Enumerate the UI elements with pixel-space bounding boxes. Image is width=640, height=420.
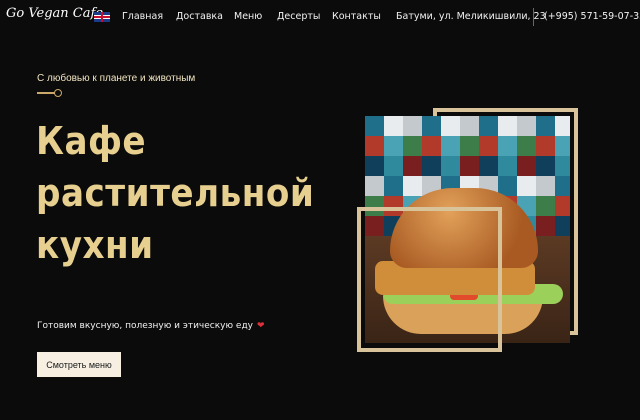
nav-link-contacts[interactable]: Контакты — [332, 11, 381, 22]
decorative-frame-front — [357, 207, 502, 352]
logo[interactable]: Go Vegan Cafe — [6, 6, 103, 21]
uk-flag-icon[interactable] — [94, 12, 110, 22]
wall-tile — [384, 116, 404, 136]
address-link[interactable]: Батуми, ул. Меликишвили, 23 — [396, 11, 546, 22]
wall-tile — [365, 176, 385, 196]
wall-tile — [517, 176, 537, 196]
nav-link-menu[interactable]: Меню — [234, 11, 262, 22]
wall-tile — [403, 116, 423, 136]
wall-tile — [517, 156, 537, 176]
wall-tile — [422, 156, 442, 176]
hero-title-line-2: растительной — [36, 171, 315, 215]
wall-tile — [536, 156, 556, 176]
wall-tile — [384, 136, 404, 156]
wall-tile — [460, 116, 480, 136]
wall-tile — [479, 136, 499, 156]
wall-tile — [422, 116, 442, 136]
heart-icon: ❤ — [257, 321, 265, 331]
wall-tile — [460, 156, 480, 176]
wall-tile — [479, 156, 499, 176]
wall-tile — [498, 156, 518, 176]
wall-tile — [441, 136, 461, 156]
wall-tile — [555, 216, 570, 236]
top-navigation: Go Vegan Cafe Главная Доставка Меню Десе… — [0, 0, 640, 34]
wall-tile — [555, 156, 570, 176]
wall-tile — [536, 176, 556, 196]
wall-tile — [536, 116, 556, 136]
wall-tile — [403, 176, 423, 196]
wall-tile — [517, 136, 537, 156]
wall-tile — [422, 136, 442, 156]
phone-link[interactable]: (+995) 571-59-07-33 — [544, 11, 640, 22]
hero-subtitle: Готовим вкусную, полезную и этическую ед… — [37, 321, 265, 331]
wall-tile — [441, 156, 461, 176]
wall-tile — [403, 156, 423, 176]
wall-tile — [365, 156, 385, 176]
nav-link-desserts[interactable]: Десерты — [277, 11, 320, 22]
wall-tile — [498, 136, 518, 156]
hero-subtitle-text: Готовим вкусную, полезную и этическую ед… — [37, 321, 254, 331]
wall-tile — [555, 196, 570, 216]
nav-link-home[interactable]: Главная — [122, 11, 163, 22]
wall-tile — [555, 116, 570, 136]
wall-tile — [403, 136, 423, 156]
hero-tagline: С любовью к планете и животным — [37, 73, 196, 84]
wall-tile — [536, 136, 556, 156]
wall-tile — [365, 136, 385, 156]
wall-tile — [384, 176, 404, 196]
hero-title-line-3: кухни — [36, 223, 154, 267]
wall-tile — [384, 156, 404, 176]
nav-divider — [533, 8, 534, 26]
wall-tile — [555, 176, 570, 196]
wall-tile — [460, 136, 480, 156]
wall-tile — [441, 116, 461, 136]
hero-title: Кафе растительной кухни — [36, 115, 314, 271]
view-menu-button[interactable]: Смотреть меню — [37, 352, 121, 377]
wall-tile — [536, 216, 556, 236]
spoon-divider-icon — [37, 89, 62, 97]
nav-link-delivery[interactable]: Доставка — [176, 11, 223, 22]
wall-tile — [365, 116, 385, 136]
wall-tile — [536, 196, 556, 216]
wall-tile — [555, 136, 570, 156]
wall-tile — [498, 116, 518, 136]
wall-tile — [479, 116, 499, 136]
hero-title-line-1: Кафе — [36, 119, 147, 163]
wall-tile — [517, 116, 537, 136]
